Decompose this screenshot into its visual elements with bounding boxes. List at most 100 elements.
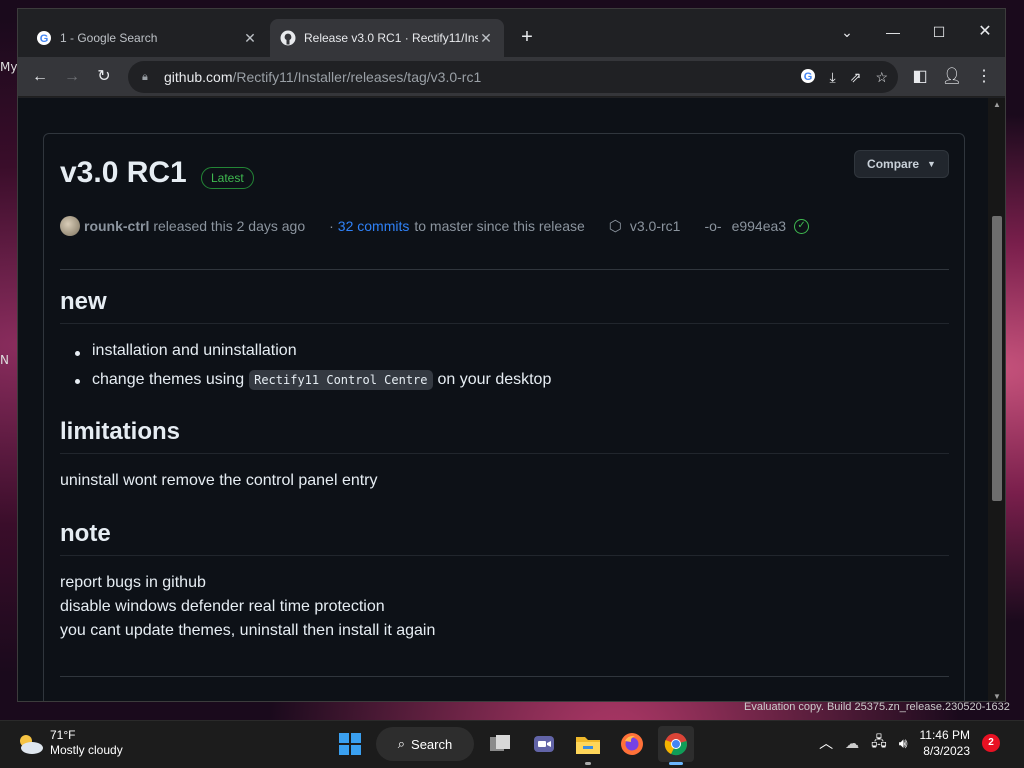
- desktop-icon-label: My: [0, 60, 18, 74]
- desktop-icon-label: N: [0, 353, 9, 367]
- teams-chat-icon[interactable]: [526, 726, 562, 762]
- browser-window: G 1 - Google Search ✕ Release v3.0 RC1 ·…: [17, 8, 1006, 702]
- taskbar-search-label: Search: [411, 736, 453, 752]
- author-link[interactable]: rounk-ctrl: [84, 218, 149, 234]
- install-app-icon[interactable]: ⤓: [830, 69, 836, 86]
- weather-cloud-icon: [16, 733, 44, 754]
- system-tray: ︿ ☁︎ 🖧︎ 🔊︎ 11:46 PM 8/3/2023 2: [819, 727, 1000, 759]
- bookmark-star-icon[interactable]: ☆: [875, 69, 888, 86]
- commits-separator: ·: [329, 218, 334, 234]
- running-indicator: [585, 762, 591, 765]
- release-title: v3.0 RC1: [60, 156, 187, 189]
- volume-icon[interactable]: 🔊︎: [899, 735, 908, 752]
- heading-underline: [60, 555, 949, 556]
- note-line: report bugs in github: [60, 574, 206, 591]
- forward-arrow-icon[interactable]: →: [59, 64, 85, 90]
- onedrive-off-icon[interactable]: ☁︎: [845, 735, 859, 752]
- tab-title: 1 - Google Search: [60, 31, 158, 45]
- weather-temp: 71°F: [50, 728, 76, 742]
- url-path: /Rectify11/Installer/releases/tag/v3.0-r…: [232, 69, 482, 85]
- heading-underline: [60, 323, 949, 324]
- maximize-button[interactable]: ☐: [916, 17, 962, 47]
- list-bullet: [75, 379, 80, 384]
- lock-icon: 🔒︎: [142, 70, 148, 83]
- list-item: installation and uninstallation: [92, 342, 297, 359]
- commits-link[interactable]: 32 commits: [338, 218, 410, 234]
- file-explorer-icon[interactable]: [570, 726, 606, 765]
- caret-down-icon: ▼: [927, 159, 936, 169]
- taskbar: 71°F Mostly cloudy ⌕ Search ︿ ☁︎ 🖧︎ 🔊︎ 1…: [0, 720, 1024, 768]
- taskbar-search-button[interactable]: ⌕ Search: [376, 727, 474, 761]
- menu-kebab-icon[interactable]: ⋮: [971, 64, 997, 90]
- list-item: change themes using Rectify11 Control Ce…: [92, 370, 552, 390]
- task-view-icon[interactable]: [482, 726, 518, 762]
- weather-widget[interactable]: 71°F Mostly cloudy: [16, 728, 123, 758]
- taskbar-apps: ⌕ Search: [332, 726, 694, 765]
- tab-google-search[interactable]: G 1 - Google Search ✕: [26, 19, 268, 57]
- release-card: v3.0 RC1 Latest Compare ▼ rounk-ctrl rel…: [43, 133, 965, 701]
- github-icon: [280, 30, 296, 46]
- close-tab-icon[interactable]: ✕: [242, 30, 258, 47]
- release-meta: rounk-ctrl released this 2 days ago · 32…: [60, 216, 810, 236]
- commit-icon: -o-: [704, 218, 722, 234]
- notification-badge[interactable]: 2: [982, 734, 1000, 752]
- network-icon[interactable]: 🖧︎: [871, 731, 887, 755]
- note-line: disable windows defender real time prote…: [60, 598, 385, 615]
- clock-date: 8/3/2023: [923, 744, 970, 758]
- clock-time: 11:46 PM: [919, 728, 970, 742]
- svg-text:G: G: [40, 33, 49, 45]
- firefox-icon[interactable]: [614, 726, 650, 762]
- note-line: you cant update themes, uninstall then i…: [60, 622, 436, 639]
- google-lens-icon[interactable]: G: [800, 68, 816, 87]
- latest-badge: Latest: [201, 167, 254, 189]
- profile-icon[interactable]: 👤︎: [939, 64, 965, 90]
- address-bar[interactable]: 🔒︎ github.com /Rectify11/Installer/relea…: [128, 61, 898, 93]
- divider: [60, 676, 949, 677]
- tab-release[interactable]: Release v3.0 RC1 · Rectify11/Installer ✕: [270, 19, 504, 57]
- scrollbar-thumb[interactable]: [992, 216, 1002, 501]
- weather-desc: Mostly cloudy: [50, 743, 123, 757]
- share-icon[interactable]: ⇗: [850, 69, 862, 86]
- verified-check-icon[interactable]: ✓: [794, 218, 810, 234]
- compare-button[interactable]: Compare ▼: [854, 150, 949, 178]
- heading-note: note: [60, 520, 111, 547]
- minimize-button[interactable]: —: [870, 17, 916, 47]
- search-icon: ⌕: [397, 736, 406, 751]
- chrome-icon[interactable]: [658, 726, 694, 765]
- page-content: v3.0 RC1 Latest Compare ▼ rounk-ctrl rel…: [18, 98, 990, 701]
- heading-underline: [60, 453, 949, 454]
- avatar[interactable]: [60, 216, 80, 236]
- inline-code: Rectify11 Control Centre: [249, 370, 433, 390]
- active-indicator: [669, 762, 683, 765]
- commit-sha-link[interactable]: e994ea3: [732, 218, 787, 234]
- scroll-down-arrow-icon[interactable]: ▼: [992, 692, 1002, 701]
- tag-link[interactable]: v3.0-rc1: [630, 218, 681, 234]
- clock[interactable]: 11:46 PM 8/3/2023: [920, 727, 970, 759]
- new-tab-button[interactable]: +: [516, 27, 538, 49]
- evaluation-watermark: Evaluation copy. Build 25375.zn_release.…: [744, 701, 1010, 713]
- url-host: github.com: [164, 69, 233, 85]
- commits-suffix: to master since this release: [414, 218, 585, 234]
- tag-icon: ⬡: [608, 218, 622, 235]
- show-hidden-icons-chevron-icon[interactable]: ︿: [819, 733, 833, 753]
- limitations-text: uninstall wont remove the control panel …: [60, 472, 378, 489]
- back-arrow-icon[interactable]: ←: [27, 64, 53, 90]
- reload-icon[interactable]: ↻: [91, 64, 117, 90]
- tab-title: Release v3.0 RC1 · Rectify11/Installer: [304, 31, 478, 45]
- released-text: released this 2 days ago: [153, 218, 306, 234]
- scroll-up-arrow-icon[interactable]: ▲: [992, 100, 1002, 109]
- close-tab-icon[interactable]: ✕: [478, 30, 494, 47]
- compare-label: Compare: [867, 157, 920, 171]
- google-icon: G: [36, 30, 52, 46]
- close-window-button[interactable]: ✕: [962, 17, 1005, 47]
- vertical-scrollbar[interactable]: ▲ ▼: [988, 98, 1005, 701]
- heading-new: new: [60, 288, 107, 315]
- list-bullet: [75, 351, 80, 356]
- side-panel-icon[interactable]: ◧: [907, 64, 933, 90]
- divider: [60, 269, 949, 270]
- tab-search-chevron-icon[interactable]: ⌄: [824, 17, 870, 47]
- start-windows-icon[interactable]: [332, 726, 368, 762]
- tab-strip: G 1 - Google Search ✕ Release v3.0 RC1 ·…: [18, 9, 1005, 57]
- heading-limitations: limitations: [60, 418, 181, 445]
- svg-text:G: G: [803, 71, 812, 83]
